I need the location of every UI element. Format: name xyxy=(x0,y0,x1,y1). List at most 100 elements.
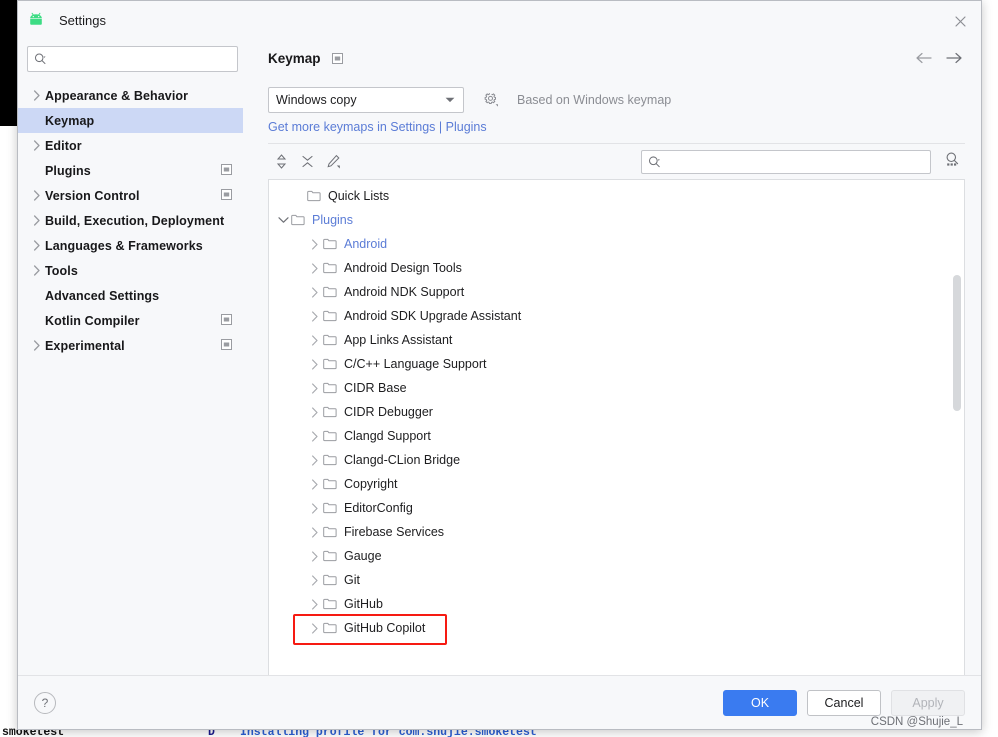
edit-pencil-icon[interactable] xyxy=(320,149,346,175)
chevron-right-icon[interactable] xyxy=(307,430,323,442)
sidebar-item-plugins[interactable]: Plugins xyxy=(18,158,247,183)
tree-row-label: Clangd-CLion Bridge xyxy=(344,453,461,467)
chevron-right-icon[interactable] xyxy=(28,90,45,101)
chevron-right-icon[interactable] xyxy=(307,454,323,466)
chevron-right-icon[interactable] xyxy=(307,262,323,274)
tree-vertical-scrollbar[interactable] xyxy=(953,275,961,411)
tree-row[interactable]: Android Design Tools xyxy=(269,256,964,280)
tree-row[interactable]: Android xyxy=(269,232,964,256)
sidebar-item-editor[interactable]: Editor xyxy=(18,133,247,158)
sidebar-item-tools[interactable]: Tools xyxy=(18,258,247,283)
tree-row[interactable]: Gauge xyxy=(269,544,964,568)
sidebar-item-keymap[interactable]: Keymap xyxy=(18,108,243,133)
chevron-right-icon[interactable] xyxy=(307,478,323,490)
folder-icon xyxy=(323,598,340,610)
tree-row-label: GitHub Copilot xyxy=(344,621,426,635)
ok-button[interactable]: OK xyxy=(723,689,797,716)
sidebar-item-experimental[interactable]: Experimental xyxy=(18,333,247,358)
chevron-right-icon[interactable] xyxy=(307,598,323,610)
arrow-left-icon[interactable] xyxy=(915,52,932,65)
tree-row[interactable]: Quick Lists xyxy=(269,184,964,208)
cancel-button[interactable]: Cancel xyxy=(807,689,881,716)
chevron-right-icon[interactable] xyxy=(307,502,323,514)
expand-collapse-icon[interactable] xyxy=(268,149,294,175)
chevron-right-icon[interactable] xyxy=(307,358,323,370)
folder-icon xyxy=(307,190,324,202)
tree-row[interactable]: Android SDK Upgrade Assistant xyxy=(269,304,964,328)
folder-icon xyxy=(323,238,340,250)
module-scope-icon xyxy=(331,52,343,64)
tree-row-label: C/C++ Language Support xyxy=(344,357,487,371)
sidebar-search-input[interactable] xyxy=(50,52,231,66)
search-icon xyxy=(648,155,660,167)
chevron-right-icon[interactable] xyxy=(307,406,323,418)
tree-row[interactable]: Clangd Support xyxy=(269,424,964,448)
tree-row[interactable]: CIDR Debugger xyxy=(269,400,964,424)
sidebar-item-label: Experimental xyxy=(45,338,125,353)
sidebar-search-box[interactable] xyxy=(27,46,238,72)
chevron-down-icon[interactable] xyxy=(275,216,291,224)
sidebar-item-kotlin-compiler[interactable]: Kotlin Compiler xyxy=(18,308,247,333)
dialog-body: Appearance & Behavior Keymap Editor Plugins… xyxy=(18,39,981,675)
tree-row[interactable]: Clangd-CLion Bridge xyxy=(269,448,964,472)
chevron-right-icon[interactable] xyxy=(307,310,323,322)
keymap-dropdown[interactable]: Windows copy xyxy=(268,87,464,113)
chevron-right-icon[interactable] xyxy=(28,265,45,276)
folder-icon xyxy=(323,502,340,514)
sidebar-item-label: Plugins xyxy=(45,163,91,178)
sidebar-item-label: Version Control xyxy=(45,188,140,203)
chevron-right-icon[interactable] xyxy=(307,574,323,586)
sidebar-item-label: Languages & Frameworks xyxy=(45,238,203,253)
tree-row-label: Android SDK Upgrade Assistant xyxy=(344,309,522,323)
page-title: Keymap xyxy=(268,50,321,66)
sidebar-item-version-control[interactable]: Version Control xyxy=(18,183,247,208)
tree-row-label: CIDR Debugger xyxy=(344,405,433,419)
tree-row[interactable]: EditorConfig xyxy=(269,496,964,520)
chevron-right-icon[interactable] xyxy=(307,622,323,634)
chevron-right-icon[interactable] xyxy=(307,382,323,394)
tree-row[interactable]: App Links Assistant xyxy=(269,328,964,352)
chevron-right-icon[interactable] xyxy=(28,340,45,351)
sidebar-item-appearance-behavior[interactable]: Appearance & Behavior xyxy=(18,83,247,108)
sidebar-item-advanced-settings[interactable]: Advanced Settings xyxy=(18,283,247,308)
help-button[interactable]: ? xyxy=(34,691,56,714)
chevron-right-icon[interactable] xyxy=(28,190,45,201)
keymap-search-box[interactable] xyxy=(641,149,931,174)
arrow-right-icon[interactable] xyxy=(946,52,963,65)
settings-content: Keymap Windows copy Based on Windows key… xyxy=(247,39,981,675)
folder-icon xyxy=(323,430,340,442)
chevron-right-icon[interactable] xyxy=(307,526,323,538)
get-more-keymaps-link[interactable]: Get more keymaps in Settings | Plugins xyxy=(268,120,487,134)
sidebar-item-languages-frameworks[interactable]: Languages & Frameworks xyxy=(18,233,247,258)
dialog-footer: ? OK Cancel Apply CSDN @Shujie_L xyxy=(18,675,981,729)
content-header: Keymap xyxy=(268,39,965,77)
chevron-right-icon[interactable] xyxy=(307,550,323,562)
keymap-based-on-label: Based on Windows keymap xyxy=(517,93,672,107)
tree-row[interactable]: C/C++ Language Support xyxy=(269,352,964,376)
chevron-right-icon[interactable] xyxy=(28,215,45,226)
tree-row[interactable]: Copyright xyxy=(269,472,964,496)
tree-row[interactable]: Firebase Services xyxy=(269,520,964,544)
tree-row[interactable]: GitHub xyxy=(269,592,964,616)
tree-row-label: App Links Assistant xyxy=(344,333,453,347)
gear-icon[interactable] xyxy=(483,92,500,109)
tree-row-label: Android xyxy=(344,237,388,251)
chevron-right-icon[interactable] xyxy=(307,334,323,346)
chevron-right-icon[interactable] xyxy=(28,240,45,251)
close-icon[interactable] xyxy=(949,10,971,32)
tree-row[interactable]: Plugins xyxy=(269,208,964,232)
settings-sidebar: Appearance & Behavior Keymap Editor Plugins… xyxy=(18,39,247,675)
keyboard-shortcut-search-icon[interactable] xyxy=(944,151,961,173)
tree-row[interactable]: Android NDK Support xyxy=(269,280,964,304)
chevron-right-icon[interactable] xyxy=(307,286,323,298)
sidebar-item-build-execution-deployment[interactable]: Build, Execution, Deployment xyxy=(18,208,247,233)
chevron-right-icon[interactable] xyxy=(28,140,45,151)
tree-row-label: Android NDK Support xyxy=(344,285,465,299)
folder-icon xyxy=(323,454,340,466)
collapse-all-icon[interactable] xyxy=(294,149,320,175)
tree-row[interactable]: CIDR Base xyxy=(269,376,964,400)
keymap-search-input[interactable] xyxy=(665,154,924,169)
tree-row[interactable]: GitHub Copilot xyxy=(269,614,964,645)
tree-row[interactable]: Git xyxy=(269,568,964,592)
chevron-right-icon[interactable] xyxy=(307,238,323,250)
